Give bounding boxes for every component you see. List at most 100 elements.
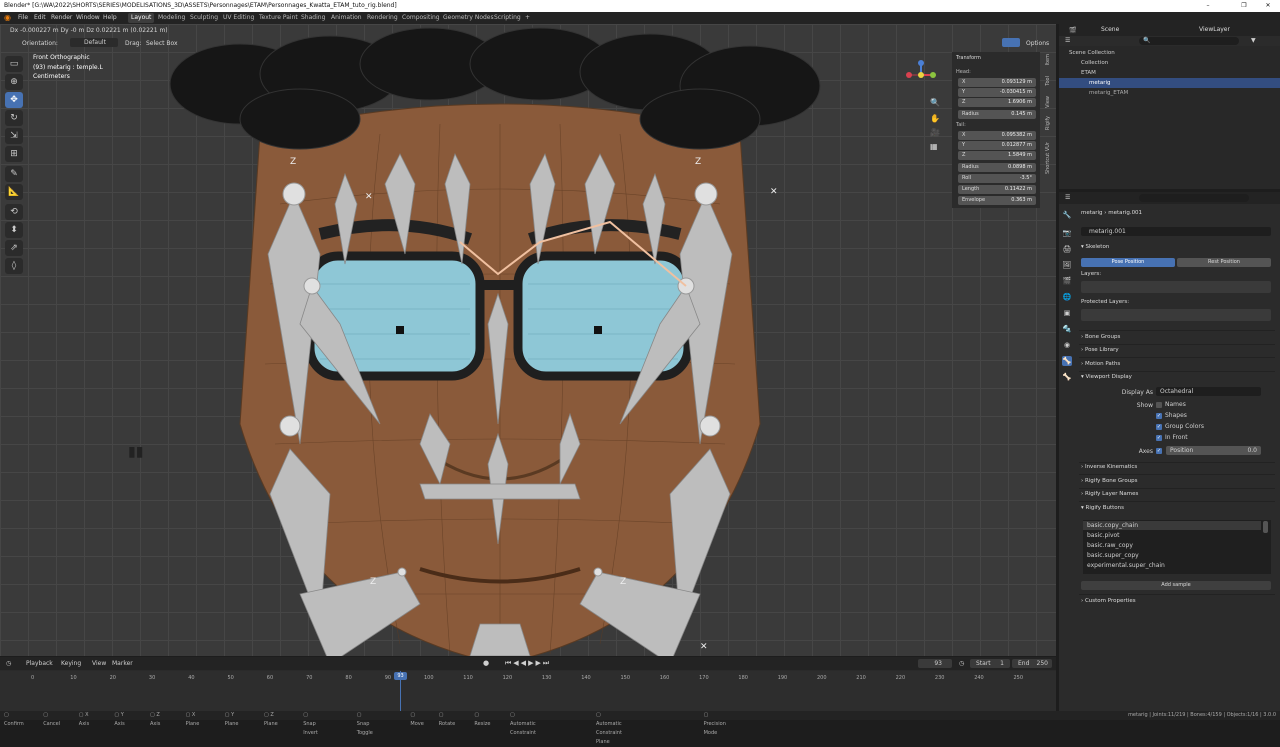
navigation-gizmo[interactable] [906,60,936,90]
scale-tool-icon[interactable]: ⇲ [5,128,23,144]
properties-search-input[interactable] [1139,194,1249,202]
length-field[interactable]: Length 0.11422 m [958,185,1036,194]
samples-list[interactable]: basic.copy_chain basic.pivot basic.raw_c… [1083,520,1271,574]
armature-data-name-field[interactable]: metarig.001 [1081,227,1271,236]
clock-icon[interactable]: ◷ [959,660,964,667]
list-item-selected[interactable]: basic.copy_chain [1083,521,1261,530]
roll-field[interactable]: Roll -3.5° [958,174,1036,183]
list-scrollbar[interactable] [1263,521,1268,533]
close-button[interactable]: ✕ [1256,0,1280,12]
tab-modeling[interactable]: Modeling [155,13,188,23]
outliner-row[interactable]: Scene Collection [1059,48,1280,58]
editor-type-icon[interactable]: ◷ [6,660,11,667]
tab-layout[interactable]: Layout [128,13,155,23]
keying-menu[interactable]: Keying [61,660,81,667]
move-tool-icon[interactable]: ✥ [5,92,23,108]
blender-logo-icon[interactable]: ◉ [4,12,11,24]
sidebar-tab-view[interactable]: View [1045,96,1055,108]
add-sample-button[interactable]: Add sample [1081,581,1271,590]
outliner-row[interactable]: ETAM [1059,68,1280,78]
roll-tool-icon[interactable]: ⟲ [5,204,23,220]
minimize-button[interactable]: – [1196,0,1220,12]
motion-paths-panel-header[interactable]: › Motion Paths [1081,361,1271,367]
protected-layers-grid[interactable] [1081,309,1271,321]
view-menu[interactable]: View [92,660,106,667]
timeline-editor[interactable]: ◷ Playback Keying View Marker ● ⏮◀◀▶▶⏭ 9… [0,657,1056,711]
names-checkbox[interactable]: Names [1156,401,1186,408]
list-item[interactable]: experimental.super_chain [1087,561,1165,570]
cursor-tool-icon[interactable]: ⊕ [5,74,23,90]
armature-data-tab-icon[interactable]: 🦴 [1062,356,1072,366]
rigify-bone-groups-panel-header[interactable]: › Rigify Bone Groups [1081,478,1271,484]
select-box-tool-icon[interactable]: ▭ [5,56,23,72]
head-radius-field[interactable]: Radius 0.145 m [958,110,1036,119]
outliner-search-input[interactable]: 🔍 [1139,37,1239,45]
playback-menu[interactable]: Playback [26,660,53,667]
menu-window[interactable]: Window [76,12,100,24]
tab-geometry-nodes[interactable]: Geometry Nodes [440,13,497,23]
axes-position-field[interactable]: Position 0.0 [1166,446,1261,455]
bone-envelope-tool-icon[interactable]: ◊ [5,258,23,274]
tab-texture-paint[interactable]: Texture Paint [256,13,301,23]
axes-checkbox[interactable]: ✓ [1156,447,1165,454]
menu-edit[interactable]: Edit [34,12,46,24]
sidebar-tab-item[interactable]: Item [1045,54,1055,65]
tool-tab-icon[interactable]: 🔧 [1062,210,1072,220]
list-item[interactable]: basic.pivot [1087,531,1120,540]
camera-icon[interactable]: 🎥 [930,128,940,137]
menu-render[interactable]: Render [51,12,72,24]
extrude-tool-icon[interactable]: ⇗ [5,240,23,256]
inverse-kinematics-panel-header[interactable]: › Inverse Kinematics [1081,464,1271,470]
bone-groups-panel-header[interactable]: › Bone Groups [1081,334,1271,340]
shapes-checkbox[interactable]: ✓ Shapes [1156,412,1187,419]
sidebar-tab-tool[interactable]: Tool [1045,76,1055,86]
viewport-display-panel-header[interactable]: ▾ Viewport Display [1081,374,1271,380]
3d-viewport[interactable]: Dx -0.000227 m Dy -0 m Dz 0.02221 m (0.0… [0,24,1056,656]
envelope-field[interactable]: Envelope 0.363 m [958,196,1036,205]
tab-rendering[interactable]: Rendering [364,13,401,23]
physics-tab-icon[interactable]: ◉ [1062,340,1072,350]
group-colors-checkbox[interactable]: ✓ Group Colors [1156,423,1204,430]
scene-tab-icon[interactable]: 🎬 [1062,276,1072,286]
outliner-row-selected[interactable]: metarig [1059,78,1280,88]
output-tab-icon[interactable]: 🖨 [1062,244,1072,254]
pan-hand-icon[interactable]: ✋ [930,114,940,123]
modifier-tab-icon[interactable]: 🔩 [1062,324,1072,334]
display-as-dropdown[interactable]: Octahedral [1156,387,1261,396]
pose-position-button[interactable]: Pose Position [1081,258,1175,267]
current-frame-field[interactable]: 93 [918,659,952,668]
tab-uv-editing[interactable]: UV Editing [220,13,257,23]
start-frame-field[interactable]: Start 1 [970,659,1010,668]
outliner-row[interactable]: Collection [1059,58,1280,68]
playback-controls[interactable]: ⏮◀◀▶▶⏭ [505,659,551,668]
measure-tool-icon[interactable]: 📐 [5,184,23,200]
list-item[interactable]: basic.raw_copy [1087,541,1133,550]
filter-icon[interactable]: ▼ [1251,37,1256,44]
marker-menu[interactable]: Marker [112,660,133,667]
menu-file[interactable]: File [18,12,28,24]
in-front-checkbox[interactable]: ✓ In Front [1156,434,1188,441]
skeleton-panel-header[interactable]: ▾ Skeleton [1081,244,1271,250]
object-tab-icon[interactable]: ▣ [1062,308,1072,318]
pose-library-panel-header[interactable]: › Pose Library [1081,347,1271,353]
rotate-tool-icon[interactable]: ↻ [5,110,23,126]
tab-compositing[interactable]: Compositing [399,13,443,23]
transform-tool-icon[interactable]: ⊞ [5,146,23,162]
list-item[interactable]: basic.super_copy [1087,551,1139,560]
playhead-frame-label[interactable]: 93 [394,672,407,680]
tail-x-field[interactable]: X 0.095382 m [958,131,1036,140]
tail-z-field[interactable]: Z 1.5849 m [958,151,1036,160]
head-y-field[interactable]: Y -0.030415 m [958,88,1036,97]
sidebar-tab-rigify[interactable]: Rigify [1045,116,1055,130]
rest-position-button[interactable]: Rest Position [1177,258,1271,267]
sidebar-tab-shortcut-vur[interactable]: Shortcut VUr [1045,142,1055,174]
end-frame-field[interactable]: End 250 [1012,659,1052,668]
view-layer-selector[interactable]: ViewLayer [1199,26,1230,33]
rigify-layer-names-panel-header[interactable]: › Rigify Layer Names [1081,491,1271,497]
tail-radius-field[interactable]: Radius 0.0898 m [958,163,1036,172]
bone-size-tool-icon[interactable]: ⬍ [5,222,23,238]
head-x-field[interactable]: X 0.093129 m [958,78,1036,87]
scene-selector[interactable]: Scene [1101,26,1119,33]
custom-properties-panel-header[interactable]: › Custom Properties [1081,598,1271,604]
tab-scripting[interactable]: Scripting [491,13,524,23]
